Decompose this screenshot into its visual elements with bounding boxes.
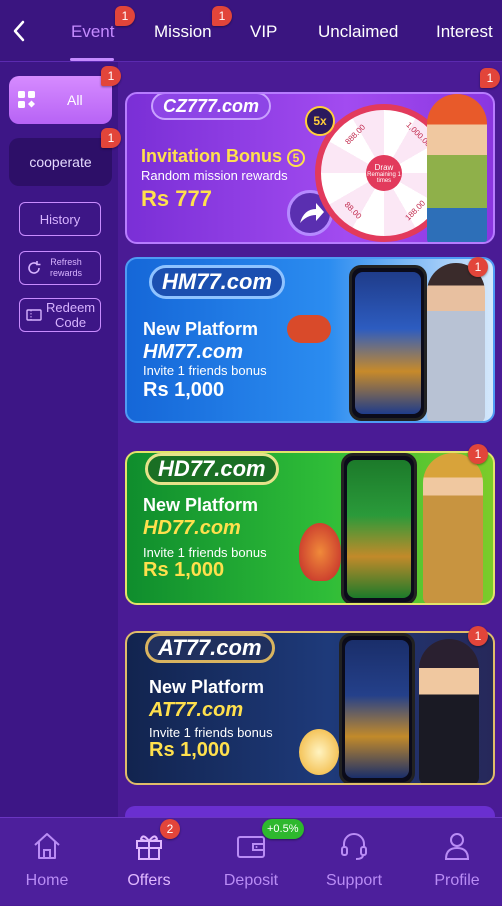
girl-illustration [427, 263, 485, 421]
redeem-code-button[interactable]: Redeem Code [19, 298, 101, 332]
chevron-left-icon [13, 20, 25, 42]
wheel-center: Draw Remaining 1 times [366, 155, 402, 191]
tab-mission-badge: 1 [212, 6, 232, 26]
banner-badge: 1 [480, 68, 500, 88]
tab-unclaimed[interactable]: Unclaimed [318, 22, 398, 42]
banner-at77[interactable]: AT77.com New Platform AT77.com Invite 1 … [125, 631, 495, 785]
wheel-draw-label: Draw [374, 162, 394, 172]
girl-illustration [419, 639, 479, 783]
phone-mockup [339, 633, 415, 783]
refresh-label-line2: rewards [50, 268, 83, 278]
tab-interest[interactable]: Interest [436, 22, 493, 42]
banner-hd77-subtitle: Invite 1 friends bonus [143, 545, 267, 560]
balloon-icon [299, 523, 341, 581]
nav-home[interactable]: Home [0, 818, 97, 906]
plane-icon [287, 315, 331, 343]
wallet-icon [237, 836, 265, 858]
banner-at77-title: New Platform [149, 677, 265, 697]
banner-badge: 1 [468, 444, 488, 464]
nav-support[interactable]: Support [304, 818, 404, 906]
banner-hm77-amount: Rs 1,000 [143, 379, 225, 401]
back-button[interactable] [8, 18, 30, 44]
nav-home-label: Home [25, 872, 69, 889]
sidebar-item-cooperate-label: cooperate [29, 154, 92, 170]
banner-cz777-amount: Rs 777 [141, 186, 212, 211]
girl-illustration [427, 94, 487, 242]
wheel-remaining-label: Remaining 1 times [367, 171, 401, 184]
offers-badge: 2 [160, 819, 180, 839]
sidebar-item-all[interactable]: All [9, 76, 112, 124]
banner-at77-brand: AT77.com [149, 699, 244, 721]
banner-hd77[interactable]: HD77.com New Platform HD77.com Invite 1 … [125, 451, 495, 605]
hm77-logo: HM77.com [149, 265, 286, 299]
chicken-icon [299, 729, 339, 775]
banner-hd77-amount: Rs 1,000 [143, 559, 225, 581]
tab-mission[interactable]: Mission [154, 22, 212, 42]
banner-hm77-brand: HM77.com [143, 341, 244, 363]
banner-hd77-title: New Platform [143, 495, 259, 515]
girl-illustration [423, 453, 483, 603]
user-icon [444, 833, 470, 860]
banner-badge: 1 [468, 626, 488, 646]
headset-icon [341, 833, 367, 860]
active-tab-indicator [70, 58, 114, 61]
redeem-label-line2: Code [55, 315, 87, 330]
banner-badge: 1 [468, 257, 488, 277]
at77-logo: AT77.com [145, 633, 275, 663]
wheel-value: 188.00 [403, 198, 428, 223]
sidebar-cooperate-badge: 1 [101, 128, 121, 148]
grid-icon [18, 91, 35, 108]
bottom-nav: Home Offers 2 Deposit +0.5% Support Prof… [0, 817, 502, 905]
nav-profile[interactable]: Profile [407, 818, 502, 906]
tab-event-badge: 1 [115, 6, 135, 26]
refresh-label-line1: Refresh [50, 257, 82, 267]
deposit-bonus-badge: +0.5% [262, 819, 304, 839]
nav-profile-label: Profile [434, 872, 480, 889]
wheel-value: 88.00 [342, 200, 364, 221]
banner-at77-subtitle: Invite 1 friends bonus [149, 725, 273, 740]
sidebar-item-cooperate[interactable]: cooperate [9, 138, 112, 186]
phone-mockup [349, 265, 427, 421]
history-button[interactable]: History [19, 202, 101, 236]
nav-offers-label: Offers [127, 872, 171, 889]
sidebar-item-all-label: All [67, 92, 83, 108]
home-icon [34, 833, 60, 859]
tab-event[interactable]: Event [71, 22, 114, 42]
ticket-icon [26, 309, 42, 321]
hd77-logo: HD77.com [145, 453, 279, 485]
nav-deposit-label: Deposit [223, 872, 279, 889]
banner-cz777-subtitle: Random mission rewards [141, 168, 288, 183]
cz777-logo: CZ777.com [151, 94, 272, 120]
nav-offers[interactable]: Offers [99, 818, 199, 906]
banner-cz777[interactable]: CZ777.com Invitation Bonus 5 Random miss… [125, 92, 495, 244]
sidebar-all-badge: 1 [101, 66, 121, 86]
multiplier-badge: 5x [305, 106, 335, 136]
nav-support-label: Support [325, 872, 383, 889]
banner-hd77-brand: HD77.com [143, 517, 241, 539]
banner-hm77-subtitle: Invite 1 friends bonus [143, 363, 267, 378]
gift-icon [136, 835, 162, 860]
top-tab-bar: Event 1 Mission 1 VIP Unclaimed Interest [0, 0, 502, 62]
refresh-icon [28, 261, 41, 274]
history-label: History [39, 211, 81, 227]
wheel-value: 888.00 [343, 122, 368, 147]
banner-hm77-title: New Platform [143, 319, 259, 339]
phone-mockup [341, 453, 417, 603]
tab-vip[interactable]: VIP [250, 22, 277, 42]
refresh-rewards-button[interactable]: Refresh rewards [19, 251, 101, 285]
banner-cz777-title: Invitation Bonus 5 [141, 146, 306, 167]
redeem-label-line1: Redeem [46, 300, 96, 315]
banner-hm77[interactable]: HM77.com New Platform HM77.com Invite 1 … [125, 257, 495, 423]
banner-at77-amount: Rs 1,000 [149, 739, 231, 761]
